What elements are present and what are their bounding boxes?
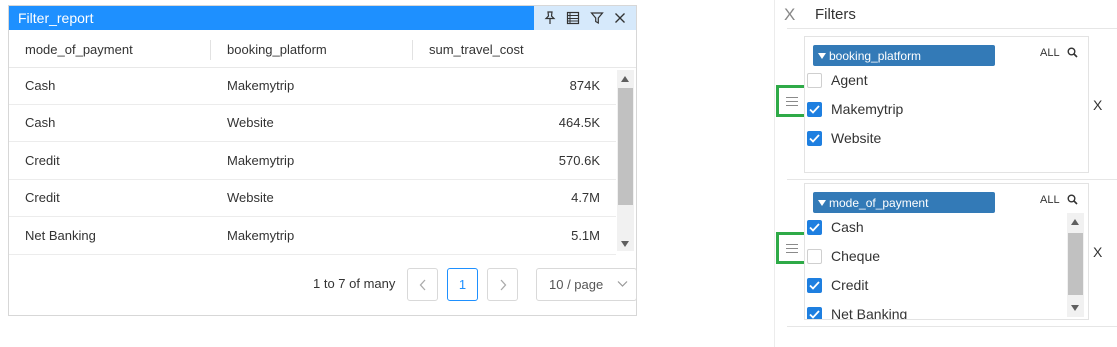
checkmark-icon: [809, 133, 820, 143]
close-filters-button[interactable]: X: [784, 5, 795, 25]
table-scrollbar[interactable]: [617, 70, 634, 251]
report-panel: Filter_report mode_of_payment booking_pl…: [8, 5, 637, 316]
checkmark-icon: [809, 309, 820, 319]
cell-sum-travel-cost: 5.1M: [571, 227, 600, 243]
filter-option-label: Credit: [831, 277, 869, 293]
filter-option-label: Cheque: [831, 248, 881, 264]
scroll-up-icon[interactable]: [1071, 219, 1079, 225]
filter-option-label: Agent: [831, 72, 868, 88]
cell-mode-of-payment: Net Banking: [25, 227, 96, 243]
scroll-down-icon[interactable]: [621, 241, 629, 247]
filters-panel: X Filters booking_platform ALL Agent Mak…: [774, 0, 1117, 347]
chevron-right-icon: [500, 279, 506, 290]
filter-option[interactable]: Agent: [807, 70, 868, 90]
checkmark-icon: [809, 104, 820, 114]
select-all-link[interactable]: ALL: [1040, 194, 1060, 206]
checkbox-checked[interactable]: [807, 101, 822, 117]
cell-booking-platform: Makemytrip: [227, 152, 295, 168]
report-toolbar: [534, 6, 636, 30]
checkbox-checked[interactable]: [807, 219, 822, 235]
scroll-thumb[interactable]: [1068, 233, 1083, 295]
cell-booking-platform: Makemytrip: [227, 227, 295, 243]
filter-icon[interactable]: [589, 10, 605, 26]
table-body: Cash Makemytrip 874K Cash Website 464.5K…: [9, 67, 616, 255]
filter-option[interactable]: Website: [807, 128, 881, 148]
checkbox-checked[interactable]: [807, 306, 822, 319]
drag-handle-icon[interactable]: [776, 85, 807, 117]
next-page-button[interactable]: [487, 268, 518, 301]
table-row: Credit Website 4.7M: [9, 180, 616, 217]
drag-handle-icon[interactable]: [776, 232, 807, 264]
report-title: Filter_report: [18, 10, 94, 26]
chevron-left-icon: [419, 279, 425, 290]
remove-filter-button[interactable]: X: [1093, 97, 1102, 113]
filter-option-label: Net Banking: [831, 306, 908, 320]
filter-option-label: Cash: [831, 219, 864, 235]
prev-page-button[interactable]: [407, 268, 438, 301]
filter-group-mode-of-payment: mode_of_payment ALL Cash Cheque Credit N…: [804, 183, 1089, 320]
scroll-thumb[interactable]: [618, 88, 633, 205]
table-row: Cash Makemytrip 874K: [9, 67, 616, 105]
pin-icon[interactable]: [542, 10, 558, 26]
filter-option-label: Website: [831, 130, 882, 146]
filter-field-label: booking_platform: [829, 48, 922, 63]
filter-option[interactable]: Cheque: [807, 246, 880, 266]
cell-booking-platform: Website: [227, 115, 274, 131]
cell-mode-of-payment: Credit: [25, 152, 60, 168]
checkbox-checked[interactable]: [807, 277, 822, 293]
remove-filter-button[interactable]: X: [1093, 244, 1102, 260]
checkmark-icon: [809, 222, 820, 232]
filter-options-scrollbar[interactable]: [1067, 213, 1084, 317]
checkbox-checked[interactable]: [807, 130, 822, 146]
chevron-down-icon: [617, 281, 628, 287]
divider: [787, 179, 1117, 180]
filter-option[interactable]: Net Banking: [807, 304, 908, 320]
column-header-mode-of-payment[interactable]: mode_of_payment: [9, 30, 210, 68]
page-size-value: 10 / page: [549, 277, 604, 292]
filter-option[interactable]: Cash: [807, 217, 864, 237]
cell-sum-travel-cost: 464.5K: [558, 115, 600, 131]
checkbox[interactable]: [807, 248, 822, 264]
filter-group-booking-platform: booking_platform ALL Agent Makemytrip We…: [804, 36, 1089, 173]
table-row: Credit Makemytrip 570.6K: [9, 142, 616, 180]
cell-sum-travel-cost: 4.7M: [571, 190, 600, 206]
checkbox[interactable]: [807, 72, 822, 88]
cell-sum-travel-cost: 874K: [569, 77, 600, 93]
cell-sum-travel-cost: 570.6K: [558, 152, 600, 168]
filter-option-label: Makemytrip: [831, 101, 904, 117]
scroll-up-icon[interactable]: [621, 76, 629, 82]
cell-mode-of-payment: Cash: [25, 115, 56, 131]
filter-field-label: mode_of_payment: [829, 195, 929, 210]
select-all-link[interactable]: ALL: [1040, 47, 1060, 59]
search-icon[interactable]: [1067, 47, 1078, 58]
column-header-booking-platform[interactable]: booking_platform: [211, 30, 412, 68]
page-size-select[interactable]: 10 / page: [536, 268, 637, 301]
scroll-down-icon[interactable]: [1071, 305, 1079, 311]
cell-mode-of-payment: Credit: [25, 190, 60, 206]
cell-booking-platform: Makemytrip: [227, 77, 295, 93]
caret-down-icon: [818, 199, 826, 206]
filter-option[interactable]: Credit: [807, 275, 868, 295]
divider: [787, 28, 1117, 29]
table-row: Net Banking Makemytrip 5.1M: [9, 217, 616, 255]
filter-field-chip[interactable]: booking_platform: [813, 45, 995, 66]
table-icon[interactable]: [565, 10, 581, 26]
cell-mode-of-payment: Cash: [25, 77, 56, 93]
search-icon[interactable]: [1067, 194, 1078, 205]
close-icon[interactable]: [612, 10, 628, 26]
table-row: Cash Website 464.5K: [9, 105, 616, 142]
checkmark-icon: [809, 280, 820, 290]
filter-option[interactable]: Makemytrip: [807, 99, 903, 119]
filter-field-chip[interactable]: mode_of_payment: [813, 192, 995, 213]
column-header-sum-travel-cost[interactable]: sum_travel_cost: [413, 30, 613, 68]
divider: [787, 326, 1117, 327]
filters-title: Filters: [815, 6, 856, 23]
pagination-range: 1 to 7 of many: [313, 276, 396, 291]
report-header: Filter_report: [9, 6, 636, 30]
page-number-button[interactable]: 1: [447, 268, 478, 301]
cell-booking-platform: Website: [227, 190, 274, 206]
caret-down-icon: [818, 52, 826, 59]
